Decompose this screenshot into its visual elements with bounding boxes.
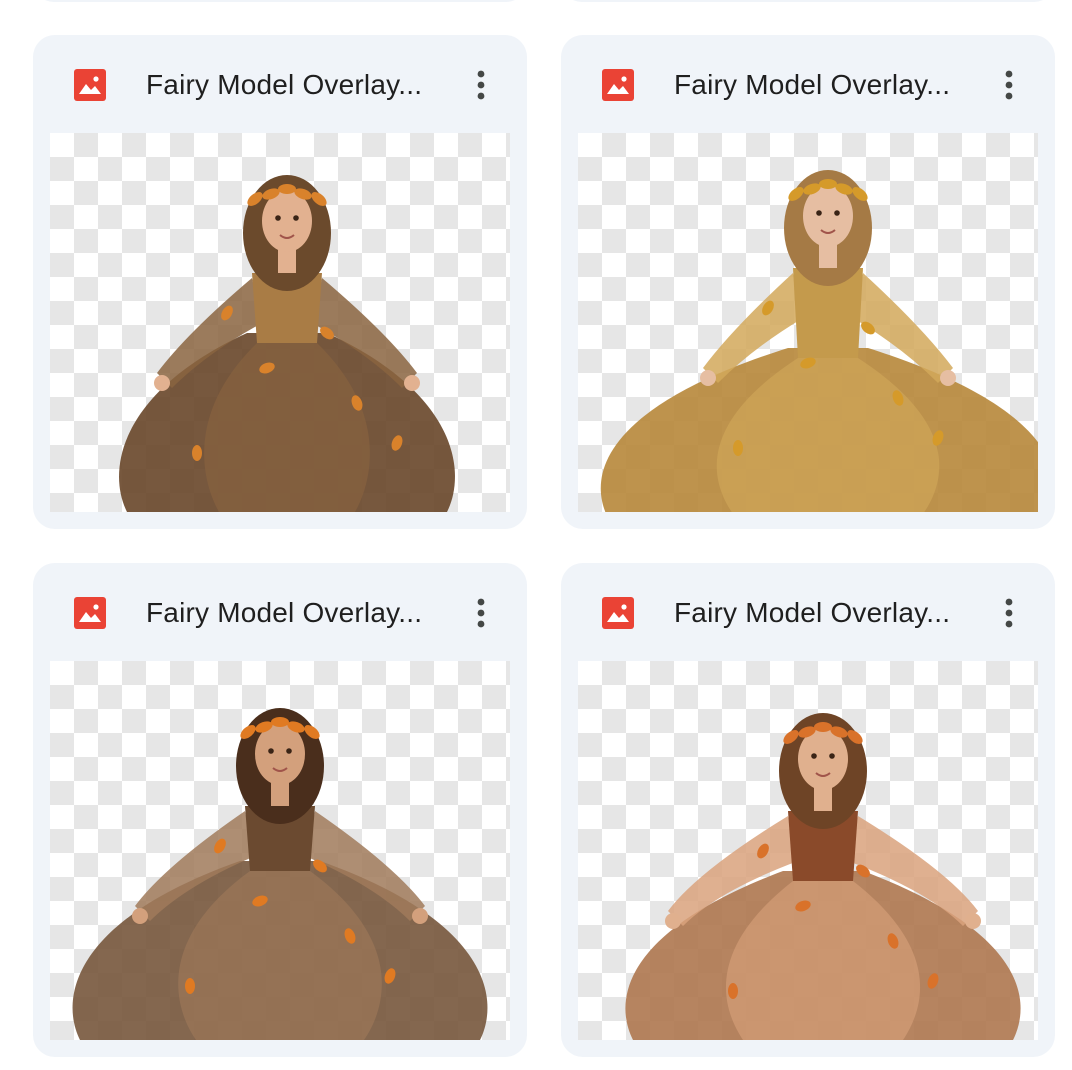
file-card[interactable]: Fairy Model Overlay... [561, 35, 1055, 529]
image-file-icon [602, 597, 634, 629]
fairy-girl-copper-sheer-dress [625, 713, 1021, 1040]
dress-leaf [733, 440, 743, 456]
fairy-girl-golden-ruffle-gown [600, 170, 1038, 512]
file-card-partial[interactable] [561, 0, 1055, 2]
file-title[interactable]: Fairy Model Overlay... [674, 593, 974, 633]
hand-left [665, 913, 681, 929]
file-card-header: Fairy Model Overlay... [33, 35, 527, 133]
more-vert-icon [477, 70, 485, 100]
eye-right [293, 215, 299, 221]
crown-leaf [278, 184, 296, 194]
crown-leaf [819, 179, 837, 189]
hand-right [965, 913, 981, 929]
file-card[interactable]: Fairy Model Overlay... [33, 35, 527, 529]
more-vert-icon [477, 598, 485, 628]
hand-left [700, 370, 716, 386]
eye-right [834, 210, 840, 216]
hand-right [940, 370, 956, 386]
more-options-button[interactable] [459, 589, 503, 637]
file-thumbnail[interactable] [50, 133, 510, 512]
hand-left [132, 908, 148, 924]
file-thumbnail[interactable] [578, 133, 1038, 512]
dress-leaf [192, 445, 202, 461]
hand-right [404, 375, 420, 391]
file-title[interactable]: Fairy Model Overlay... [146, 65, 446, 105]
more-vert-icon [1005, 70, 1013, 100]
file-card[interactable]: Fairy Model Overlay... [33, 563, 527, 1057]
file-card-partial[interactable] [33, 0, 527, 2]
dress-leaf [728, 983, 738, 999]
file-card-header: Fairy Model Overlay... [561, 35, 1055, 133]
more-vert-icon [1005, 598, 1013, 628]
more-options-button[interactable] [459, 61, 503, 109]
hand-left [154, 375, 170, 391]
file-thumbnail[interactable] [578, 661, 1038, 1040]
eye-right [829, 753, 835, 759]
image-file-icon [74, 69, 106, 101]
eye-left [268, 748, 274, 754]
file-title[interactable]: Fairy Model Overlay... [674, 65, 974, 105]
more-options-button[interactable] [987, 61, 1031, 109]
file-card[interactable]: Fairy Model Overlay... [561, 563, 1055, 1057]
file-thumbnail[interactable] [50, 661, 510, 1040]
fairy-girl-brown-dress [119, 175, 455, 512]
image-file-icon [74, 597, 106, 629]
fairy-girl-twirling-brown-dress [72, 708, 488, 1040]
hand-right [412, 908, 428, 924]
crown-leaf [271, 717, 289, 727]
eye-left [811, 753, 817, 759]
eye-left [816, 210, 822, 216]
crown-leaf [814, 722, 832, 732]
eye-left [275, 215, 281, 221]
dress-leaf [185, 978, 195, 994]
file-title[interactable]: Fairy Model Overlay... [146, 593, 446, 633]
more-options-button[interactable] [987, 589, 1031, 637]
eye-right [286, 748, 292, 754]
file-card-header: Fairy Model Overlay... [561, 563, 1055, 661]
image-file-icon [602, 69, 634, 101]
file-card-header: Fairy Model Overlay... [33, 563, 527, 661]
